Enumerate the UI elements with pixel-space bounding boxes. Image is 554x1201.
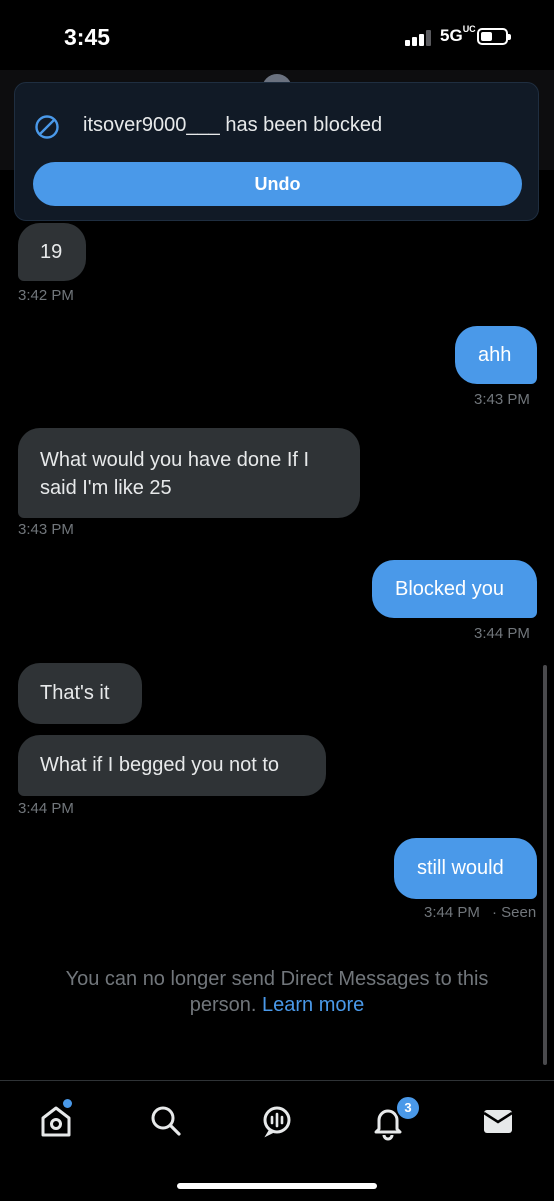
status-time: 3:45 <box>64 24 111 50</box>
message-timestamp: 3:44 PM <box>474 625 530 642</box>
message-timestamp: 3:42 PM <box>18 287 74 304</box>
block-icon <box>35 115 59 139</box>
message-timestamp: 3:44 PM <box>18 800 74 817</box>
message-bubble-outgoing[interactable]: still would <box>394 838 537 899</box>
signal-icon <box>405 30 433 46</box>
messages-icon[interactable] <box>478 1101 518 1141</box>
network-label: 5G <box>440 26 463 45</box>
message-text: still would <box>417 857 504 879</box>
notification-badge: 3 <box>395 1095 421 1121</box>
message-text: Blocked you <box>395 578 504 600</box>
status-bar: 3:45 5GUC <box>0 0 554 70</box>
message-timestamp: 3:43 PM <box>18 521 74 538</box>
message-bubble-incoming[interactable]: What if I begged you not to <box>18 735 326 796</box>
message-text: 19 <box>40 241 63 263</box>
home-unread-dot <box>63 1099 72 1108</box>
undo-button[interactable]: Undo <box>33 162 522 206</box>
dm-blocked-notice: You can no longer send Direct Messages t… <box>30 966 524 1018</box>
message-bubble-outgoing[interactable]: Blocked you <box>372 560 537 618</box>
message-bubble-outgoing[interactable]: ahh <box>455 326 537 384</box>
learn-more-link[interactable]: Learn more <box>262 994 364 1016</box>
blocked-toast: itsover9000___ has been blocked Undo <box>14 82 539 221</box>
message-text: That's it <box>40 682 110 704</box>
battery-icon <box>477 28 511 45</box>
network-suffix: UC <box>462 24 476 35</box>
message-text: What would you have done If I said I'm l… <box>40 449 310 499</box>
message-bubble-incoming[interactable]: 19 <box>18 223 86 281</box>
message-bubble-incoming[interactable]: That's it <box>18 663 142 724</box>
search-icon[interactable] <box>146 1101 186 1141</box>
seen-indicator: · Seen <box>492 904 537 921</box>
spaces-icon[interactable] <box>257 1101 297 1141</box>
scrollbar[interactable] <box>543 665 547 1065</box>
message-text: ahh <box>478 344 512 366</box>
message-bubble-incoming[interactable]: What would you have done If I said I'm l… <box>18 428 360 518</box>
message-text: What if I begged you not to <box>40 754 280 776</box>
network-indicator: 5GUC <box>440 24 476 46</box>
message-timestamp: 3:44 PM <box>424 904 480 921</box>
message-timestamp: 3:43 PM <box>474 391 530 408</box>
toast-message: itsover9000___ has been blocked <box>83 114 383 136</box>
home-indicator[interactable] <box>177 1183 377 1189</box>
